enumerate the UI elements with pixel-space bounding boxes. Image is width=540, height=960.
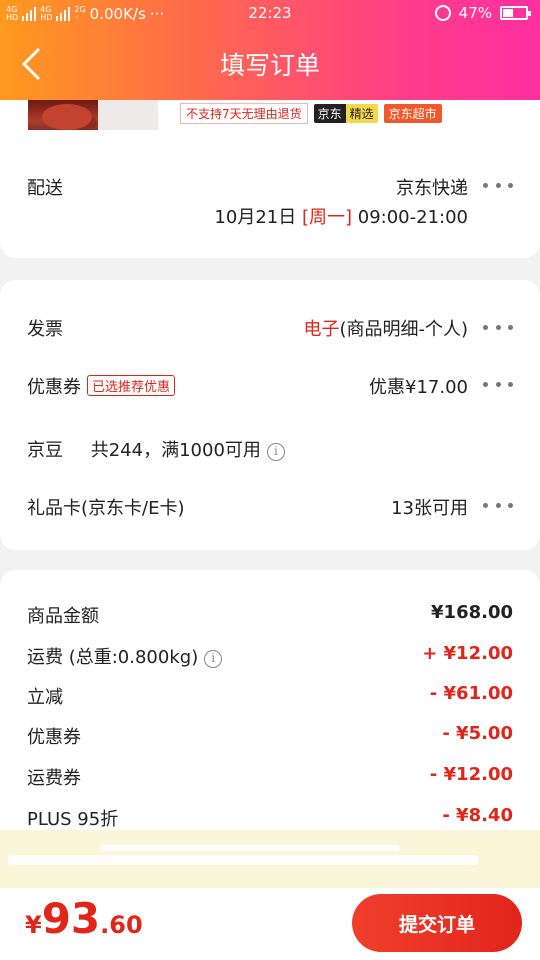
summary-row: 运费券 - ¥12.00 <box>27 764 513 792</box>
top-header: 4G HD 4G HD 2G ◦ 0.00K/s ··· 22:23 47% 填写订单 <box>0 0 540 100</box>
summary-label: PLUS 95折 <box>27 809 119 830</box>
summary-label: 立减 <box>27 687 63 708</box>
jd-tag-part: 京东 <box>313 104 346 123</box>
summary-row: 立减 - ¥61.00 <box>27 683 513 711</box>
invoice-value[interactable]: 电子(商品明细-个人) <box>303 315 468 341</box>
coupon-row-label: 优惠券 已选推荐优惠 <box>27 373 176 399</box>
summary-label: 运费 (总重:0.800kg) <box>27 647 199 668</box>
delivery-card[interactable]: 配送 京东快递 10月21日 [周一] 09:00-21:00 <box>0 130 540 258</box>
battery-percent: 47% <box>458 4 492 22</box>
summary-value: - ¥8.40 <box>442 805 513 826</box>
coupon-badge: 已选推荐优惠 <box>87 375 176 396</box>
crab-shape <box>42 104 92 130</box>
price-currency: ¥ <box>25 911 42 939</box>
summary-label-row: 运费 (总重:0.800kg) i <box>27 643 223 669</box>
info-icon[interactable]: i <box>266 443 285 461</box>
options-card: 发票 电子(商品明细-个人) 优惠券 已选推荐优惠 优惠¥17.00 京豆 共24… <box>0 280 540 550</box>
select-tag-part: 精选 <box>345 104 378 123</box>
summary-value: - ¥12.00 <box>429 764 513 785</box>
no-return-tag: 不支持7天无理由退货 <box>180 103 308 124</box>
summary-value: - ¥61.00 <box>429 683 513 704</box>
alarm-icon <box>434 5 451 21</box>
coupon-value[interactable]: 优惠¥17.00 <box>369 373 468 399</box>
obscured-text <box>8 855 478 865</box>
bottom-bar: ¥93.60 提交订单 <box>0 888 540 960</box>
summary-value: ¥168.00 <box>431 602 513 623</box>
giftcard-more-icon[interactable] <box>483 500 513 510</box>
delivery-more-icon[interactable] <box>483 180 513 190</box>
jingdou-row: 京豆 共244，满1000可用 i <box>27 436 285 462</box>
delivery-label: 配送 <box>27 178 63 199</box>
delivery-datetime: 10月21日 [周一] 09:00-21:00 <box>214 203 468 229</box>
invoice-more-icon[interactable] <box>483 322 513 332</box>
invoice-detail: (商品明细-个人) <box>339 319 468 340</box>
coupon-label: 优惠券 <box>27 377 81 398</box>
summary-row: 商品金额 ¥168.00 <box>27 602 513 630</box>
summary-value: - ¥5.00 <box>442 723 513 744</box>
price-decimal: .60 <box>100 911 143 939</box>
invoice-label: 发票 <box>27 319 63 340</box>
total-price: ¥93.60 <box>25 894 143 943</box>
product-tags: 不支持7天无理由退货 京东 精选 京东超市 <box>180 103 442 124</box>
coupon-more-icon[interactable] <box>483 379 513 389</box>
jingdou-label: 京豆 <box>27 440 63 461</box>
info-icon[interactable]: i <box>204 650 223 668</box>
summary-label: 运费券 <box>27 768 81 789</box>
battery-icon <box>500 6 531 20</box>
submit-order-button[interactable]: 提交订单 <box>352 894 522 952</box>
giftcard-label: 礼品卡(京东卡/E卡) <box>27 498 185 519</box>
obscured-text <box>100 845 400 851</box>
delivery-weekday: [周一] <box>301 207 353 228</box>
status-bar: 4G HD 4G HD 2G ◦ 0.00K/s ··· 22:23 47% <box>0 0 540 28</box>
summary-label: 优惠券 <box>27 727 81 748</box>
summary-row: PLUS 95折 - ¥8.40 <box>27 805 513 833</box>
jingdou-text: 共244，满1000可用 <box>90 440 261 461</box>
jd-select-tag: 京东 精选 <box>313 104 378 123</box>
summary-row: 优惠券 - ¥5.00 <box>27 723 513 751</box>
status-right: 47% <box>434 4 531 22</box>
battery-fill <box>503 9 514 17</box>
invoice-type: 电子 <box>303 319 340 340</box>
summary-row: 运费 (总重:0.800kg) i + ¥12.00 <box>27 643 513 671</box>
summary-value: + ¥12.00 <box>422 643 513 664</box>
delivery-method: 京东快递 <box>396 178 468 199</box>
delivery-date: 10月21日 <box>214 207 297 228</box>
giftcard-value[interactable]: 13张可用 <box>391 494 468 520</box>
price-integer: 93 <box>41 894 101 943</box>
page-title: 填写订单 <box>219 51 320 80</box>
delivery-time: 09:00-21:00 <box>357 207 468 228</box>
summary-label: 商品金额 <box>27 606 99 627</box>
jd-supermarket-tag: 京东超市 <box>383 104 442 123</box>
